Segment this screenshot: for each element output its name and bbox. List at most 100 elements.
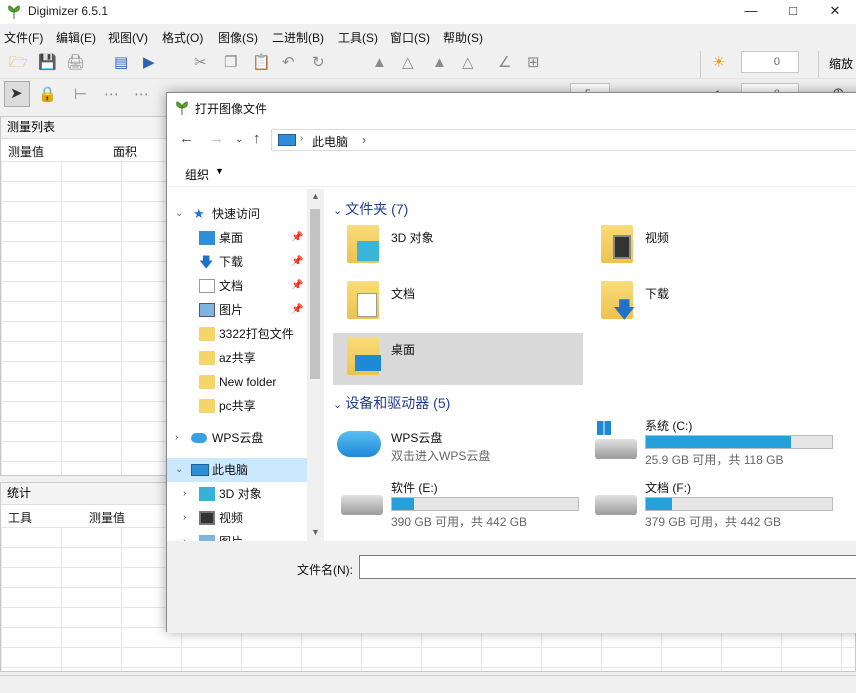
column-measurement[interactable]: 测量值 [89,509,125,526]
drive-icon [595,495,637,515]
pin-icon[interactable]: 📌 [291,226,303,250]
rotate-right-icon[interactable]: △ [462,54,474,72]
lock-icon[interactable]: 🔒 [38,86,57,104]
select-tool-button[interactable]: ➤ [4,81,30,107]
collapse-chevron-icon[interactable]: ⌄ [333,205,345,217]
expand-chevron-icon[interactable]: › [175,426,178,450]
close-button[interactable]: ✕ [814,0,856,24]
menu-view[interactable]: 视图(V) [108,29,148,46]
polyline-tool-icon[interactable]: ⋯ [104,86,119,104]
menu-file[interactable]: 文件(F) [4,29,43,46]
star-icon: ★ [193,206,205,221]
device-subtitle: 379 GB 可用，共 442 GB [645,515,782,529]
pin-icon[interactable]: 📌 [291,250,303,274]
measurement-grid [1,161,167,475]
undo-icon[interactable]: ↶ [282,54,295,72]
nav-item-desktop[interactable]: 桌面 📌 [167,226,307,250]
menu-binary[interactable]: 二进制(B) [272,29,324,46]
dialog-title: 打开图像文件 [195,102,268,116]
nav-item-downloads[interactable]: 🡇 下载 📌 [167,250,307,274]
3d-objects-icon [357,241,379,261]
column-measurement-value[interactable]: 测量值 [8,143,44,160]
nav-item-folder[interactable]: az共享 [167,346,307,370]
collapse-chevron-icon[interactable]: ⌄ [175,202,183,226]
minimize-button[interactable]: — [730,0,772,24]
scanner-icon[interactable]: ▤ [114,54,128,72]
nav-quick-access[interactable]: ⌄ ★ 快速访问 [167,202,307,226]
flip-vertical-icon[interactable]: ▲ [432,54,447,72]
nav-item-folder[interactable]: pc共享 [167,394,307,418]
paste-icon[interactable]: 📋 [252,54,271,72]
dialog-footer: 文件名(N): [167,541,856,633]
nav-wps-cloud[interactable]: › WPS云盘 [167,426,307,450]
address-bar[interactable]: › 此电脑 › [271,129,856,151]
cut-icon[interactable]: ✂ [194,54,207,72]
organize-button[interactable]: 组织 [185,166,209,183]
line-tool-icon[interactable]: ⊢ [74,86,87,104]
save-icon[interactable]: 💾 [38,54,57,72]
up-arrow-icon[interactable]: ↑ [253,130,261,147]
column-tool[interactable]: 工具 [8,509,32,526]
collapse-chevron-icon[interactable]: ⌄ [175,458,183,482]
nav-scrollbar[interactable]: ▲ ▼ [307,189,324,541]
device-drive-c[interactable]: 系统 (C:) 25.9 GB 可用，共 118 GB [587,415,837,467]
device-drive-e[interactable]: 软件 (E:) 390 GB 可用，共 442 GB [333,477,583,529]
straighten-icon[interactable]: ∠ [498,54,511,72]
scroll-thumb[interactable] [310,209,320,379]
menu-image[interactable]: 图像(S) [218,29,258,46]
picture-icon [199,303,215,317]
print-icon[interactable]: 🖨 [66,54,85,72]
distance-tool-icon[interactable]: ⋯ [134,86,149,104]
device-wps-cloud[interactable]: WPS云盘 双击进入WPS云盘 [333,421,583,473]
folder-item-videos[interactable]: 视频 [587,221,837,273]
organize-dropdown-icon[interactable]: ▼ [215,166,224,176]
scroll-down-icon[interactable]: ▼ [311,527,320,537]
menu-edit[interactable]: 编辑(E) [56,29,96,46]
nav-this-pc[interactable]: ⌄ 此电脑 [167,458,307,482]
main-toolbar: 🗁 💾 🖨 ▤ ▶ ✂ ❐ 📋 ↶ ↻ ▲ △ ▲ △ ∠ ⊞ ☀ 0 缩放 [0,49,856,107]
collapse-chevron-icon[interactable]: ⌄ [333,399,345,411]
nav-item-folder[interactable]: 3322打包文件 [167,322,307,346]
menu-window[interactable]: 窗口(S) [390,29,430,46]
pin-icon[interactable]: 📌 [291,274,303,298]
expand-chevron-icon[interactable]: › [183,482,186,506]
menu-tools[interactable]: 工具(S) [338,29,378,46]
crop-icon[interactable]: ⊞ [527,54,540,72]
back-arrow-icon[interactable]: ← [179,130,194,147]
nav-item-documents[interactable]: 文档 📌 [167,274,307,298]
breadcrumb-chevron-icon[interactable]: › [362,133,366,147]
nav-item-label: 桌面 [219,231,244,245]
maximize-button[interactable]: □ [772,0,814,24]
column-area[interactable]: 面积 [113,143,137,160]
forward-arrow-icon[interactable]: → [209,130,224,147]
nav-item-folder[interactable]: New folder [167,370,307,394]
menu-help[interactable]: 帮助(S) [443,29,483,46]
devices-group-header[interactable]: ⌄ 设备和驱动器 (5) [333,393,450,413]
folders-group-header[interactable]: ⌄ 文件夹 (7) [333,199,408,219]
filename-input[interactable] [359,555,856,579]
expand-chevron-icon[interactable]: › [183,506,186,530]
nav-pc-child[interactable]: › 视频 [167,506,307,530]
copy-icon[interactable]: ❐ [224,54,237,72]
recent-dropdown-icon[interactable]: ⌄ [235,134,243,145]
folder-item-desktop-selected[interactable]: 桌面 [333,333,583,385]
video-icon [613,235,631,259]
open-folder-icon[interactable]: 🗁 [9,54,28,72]
redo-icon[interactable]: ↻ [312,54,325,72]
folder-item-downloads[interactable]: 🡇 下载 [587,277,837,329]
pin-icon[interactable]: 📌 [291,298,303,322]
rotate-left-icon[interactable]: △ [402,54,414,72]
folder-item-documents[interactable]: 文档 [333,277,583,329]
folder-item-3d-objects[interactable]: 3D 对象 [333,221,583,273]
scroll-up-icon[interactable]: ▲ [311,191,320,201]
device-drive-f[interactable]: 文档 (F:) 379 GB 可用，共 442 GB [587,477,837,529]
menu-format[interactable]: 格式(O) [162,29,203,46]
brightness-spinner[interactable]: 0 [741,51,799,73]
quick-access-label: 快速访问 [212,207,261,221]
drive-icon [341,495,383,515]
camera-icon[interactable]: ▶ [143,54,155,72]
nav-pc-child[interactable]: › 3D 对象 [167,482,307,506]
nav-item-pictures[interactable]: 图片 📌 [167,298,307,322]
breadcrumb-this-pc[interactable]: 此电脑 [312,133,348,150]
flip-horizontal-icon[interactable]: ▲ [372,54,387,72]
